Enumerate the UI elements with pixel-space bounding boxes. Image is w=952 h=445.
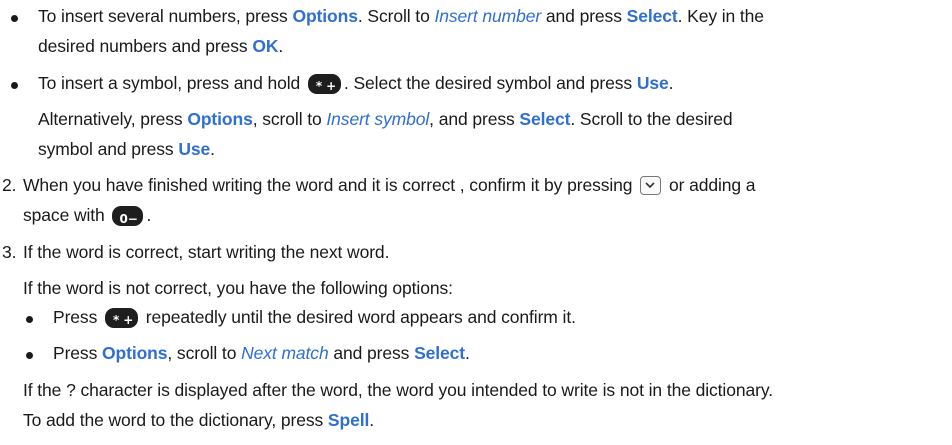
- text-line: To insert a symbol, press and hold . Sel…: [38, 72, 674, 97]
- text-line: Press repeatedly until the desired word …: [53, 306, 576, 331]
- ok-keyword: OK: [252, 36, 279, 56]
- text: . Scroll to the desired: [570, 109, 733, 129]
- text: or adding a: [664, 175, 756, 195]
- options-keyword: Options: [187, 109, 253, 129]
- text: and press: [328, 343, 415, 363]
- text: , scroll to: [252, 109, 327, 129]
- text: . Key in the: [677, 6, 764, 26]
- bullet: [11, 82, 18, 89]
- bullet: [26, 316, 33, 323]
- list-number: 3.: [2, 242, 17, 262]
- insert-number-term: Insert number: [434, 6, 542, 26]
- use-keyword: Use: [636, 73, 669, 93]
- text-line: To add the word to the dictionary, press…: [23, 409, 374, 431]
- text-line: To insert several numbers, press Options…: [38, 5, 764, 27]
- text: space with: [23, 205, 110, 225]
- text-line: symbol and press Use.: [38, 138, 215, 160]
- spell-keyword: Spell: [327, 410, 370, 430]
- text: , scroll to: [167, 343, 242, 363]
- text: .: [278, 36, 284, 56]
- star-plus-key-icon: [307, 74, 341, 97]
- bullet: [11, 15, 18, 22]
- text: . Select the desired symbol and press: [343, 73, 637, 93]
- select-keyword: Select: [519, 109, 571, 129]
- text-line: Press Options, scroll to Next match and …: [53, 342, 470, 364]
- text: To insert several numbers, press: [38, 6, 293, 26]
- text-line: desired numbers and press OK.: [38, 35, 283, 57]
- text-line: When you have finished writing the word …: [23, 174, 756, 196]
- text: To add the word to the dictionary, press: [23, 410, 328, 430]
- text: Press: [53, 343, 102, 363]
- use-keyword: Use: [178, 139, 211, 159]
- bullet: [26, 352, 33, 359]
- text: . Scroll to: [357, 6, 435, 26]
- text: .: [668, 73, 674, 93]
- text: .: [369, 410, 375, 430]
- next-match-term: Next match: [241, 343, 329, 363]
- insert-symbol-term: Insert symbol: [326, 109, 430, 129]
- select-keyword: Select: [626, 6, 678, 26]
- text: When you have finished writing the word …: [23, 175, 638, 195]
- text-line: space with .: [23, 204, 152, 230]
- text: To insert a symbol, press and hold: [38, 73, 305, 93]
- text: desired numbers and press: [38, 36, 253, 56]
- text: .: [146, 205, 152, 225]
- list-number: 2.: [2, 175, 17, 195]
- text: If the word is not correct, you have the…: [23, 278, 453, 298]
- text-line: If the word is correct, start writing th…: [23, 241, 389, 263]
- text: and press: [541, 6, 627, 26]
- text-line: If the ? character is displayed after th…: [23, 379, 773, 401]
- select-keyword: Select: [414, 343, 466, 363]
- text-line: If the word is not correct, you have the…: [23, 277, 453, 299]
- text-line: Alternatively, press Options, scroll to …: [38, 108, 733, 130]
- text: .: [465, 343, 470, 363]
- options-keyword: Options: [102, 343, 168, 363]
- text: symbol and press: [38, 139, 179, 159]
- text: .: [210, 139, 215, 159]
- star-plus-key-icon: [105, 308, 138, 331]
- text: If the ? character is displayed after th…: [23, 380, 773, 400]
- text: , and press: [429, 109, 520, 129]
- text: Alternatively, press: [38, 109, 188, 129]
- navi-down-key-icon: [640, 176, 662, 195]
- options-keyword: Options: [292, 6, 358, 26]
- document-page: To insert several numbers, press Options…: [0, 0, 952, 445]
- text: repeatedly until the desired word appear…: [141, 307, 576, 327]
- zero-space-key-icon: [112, 206, 144, 230]
- text: If the word is correct, start writing th…: [23, 242, 390, 262]
- text: Press: [53, 307, 102, 327]
